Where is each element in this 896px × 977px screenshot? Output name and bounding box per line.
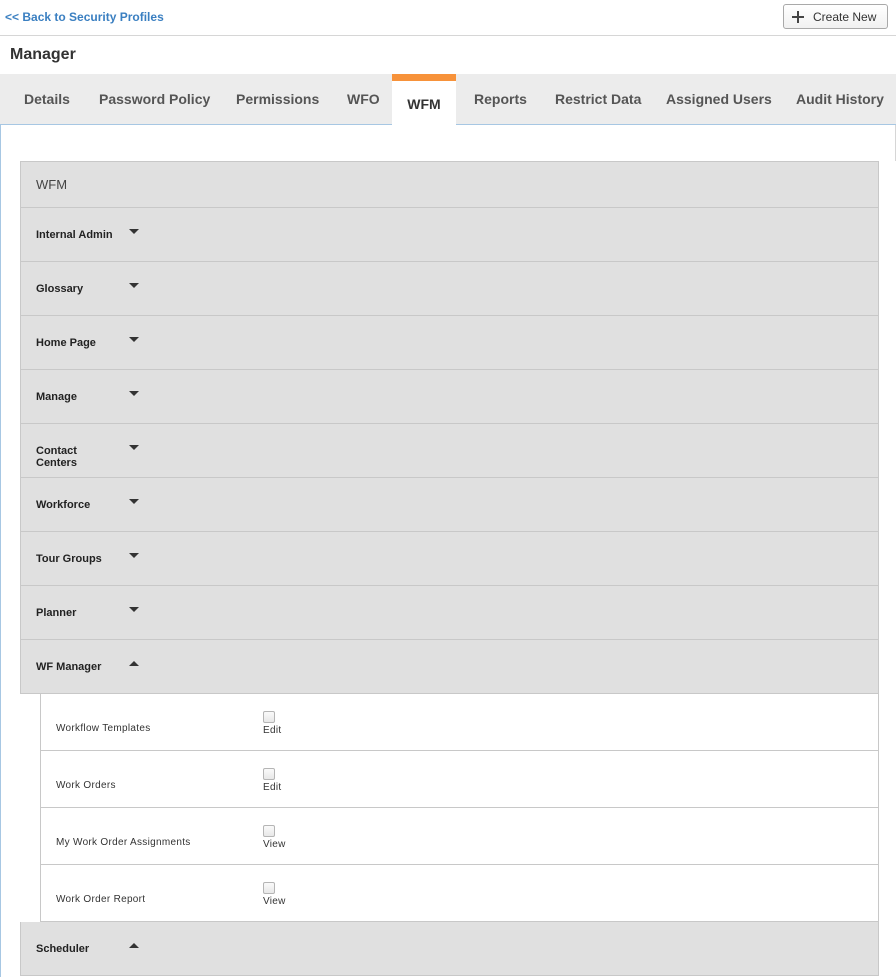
- permission-control: Edit: [263, 711, 281, 736]
- tab-wfo[interactable]: WFO: [347, 74, 380, 124]
- caret-down-icon[interactable]: [129, 337, 139, 342]
- section-label: Tour Groups: [36, 553, 102, 565]
- list-item: Work Order Report View: [41, 865, 878, 922]
- section-label: Internal Admin: [36, 229, 113, 241]
- permission-control: Edit: [263, 768, 281, 793]
- tab-audit-history[interactable]: Audit History: [796, 74, 884, 124]
- section-label: Home Page: [36, 337, 96, 349]
- tab-details[interactable]: Details: [24, 74, 70, 124]
- create-new-button[interactable]: Create New: [783, 4, 888, 29]
- permission-type-label: Edit: [263, 725, 282, 736]
- content-left-border: [0, 125, 1, 977]
- view-checkbox[interactable]: [263, 825, 275, 837]
- caret-down-icon[interactable]: [129, 283, 139, 288]
- view-checkbox[interactable]: [263, 882, 275, 894]
- section-wf-manager[interactable]: WF Manager: [20, 640, 879, 694]
- section-planner[interactable]: Planner: [20, 586, 879, 640]
- permission-type-label: View: [263, 839, 286, 850]
- section-internal-admin[interactable]: Internal Admin: [20, 208, 879, 262]
- tab-restrict-data[interactable]: Restrict Data: [555, 74, 641, 124]
- section-home-page[interactable]: Home Page: [20, 316, 879, 370]
- section-tour-groups[interactable]: Tour Groups: [20, 532, 879, 586]
- caret-up-icon[interactable]: [129, 661, 139, 666]
- permission-control: View: [263, 882, 286, 907]
- section-manage[interactable]: Manage: [20, 370, 879, 424]
- tab-assigned-users[interactable]: Assigned Users: [666, 74, 772, 124]
- section-workforce[interactable]: Workforce: [20, 478, 879, 532]
- plus-icon: [792, 10, 804, 23]
- section-label: WF Manager: [36, 661, 102, 673]
- back-to-security-profiles-link[interactable]: << Back to Security Profiles: [5, 10, 164, 24]
- edit-checkbox[interactable]: [263, 768, 275, 780]
- wfm-permissions-panel: WFM Internal Admin Glossary Home Page Ma…: [20, 161, 879, 976]
- caret-down-icon[interactable]: [129, 553, 139, 558]
- caret-down-icon[interactable]: [129, 607, 139, 612]
- section-scheduler[interactable]: Scheduler: [20, 922, 879, 976]
- create-new-label: Create New: [813, 9, 877, 24]
- section-label: Contact Centers: [36, 445, 77, 469]
- list-item: My Work Order Assignments View: [41, 808, 878, 865]
- wf-manager-permissions-list: Workflow Templates Edit Work Orders Edit…: [40, 694, 879, 922]
- permission-item-label: My Work Order Assignments: [56, 837, 191, 848]
- section-contact-centers[interactable]: Contact Centers: [20, 424, 879, 478]
- tab-password-policy[interactable]: Password Policy: [99, 74, 210, 124]
- list-item: Work Orders Edit: [41, 751, 878, 808]
- tab-permissions[interactable]: Permissions: [236, 74, 319, 124]
- section-label: Workforce: [36, 499, 91, 511]
- caret-down-icon[interactable]: [129, 229, 139, 234]
- permission-item-label: Work Orders: [56, 780, 116, 791]
- top-bar: << Back to Security Profiles Create New: [0, 0, 896, 36]
- section-label: Glossary: [36, 283, 84, 295]
- caret-down-icon[interactable]: [129, 499, 139, 504]
- page-title: Manager: [10, 46, 76, 63]
- permission-item-label: Work Order Report: [56, 894, 146, 905]
- permission-control: View: [263, 825, 286, 850]
- permission-type-label: View: [263, 896, 286, 907]
- tab-wfm[interactable]: WFM: [392, 74, 456, 125]
- panel-title: WFM: [20, 161, 879, 208]
- section-label: Scheduler: [36, 943, 90, 955]
- section-glossary[interactable]: Glossary: [20, 262, 879, 316]
- permission-item-label: Workflow Templates: [56, 723, 151, 734]
- section-label: Planner: [36, 607, 77, 619]
- permission-type-label: Edit: [263, 782, 282, 793]
- section-label: Manage: [36, 391, 77, 403]
- edit-checkbox[interactable]: [263, 711, 275, 723]
- tab-reports[interactable]: Reports: [474, 74, 527, 124]
- caret-down-icon[interactable]: [129, 391, 139, 396]
- caret-up-icon[interactable]: [129, 943, 139, 948]
- list-item: Workflow Templates Edit: [41, 694, 878, 751]
- caret-down-icon[interactable]: [129, 445, 139, 450]
- tab-bar: Details Password Policy Permissions WFO …: [0, 74, 896, 125]
